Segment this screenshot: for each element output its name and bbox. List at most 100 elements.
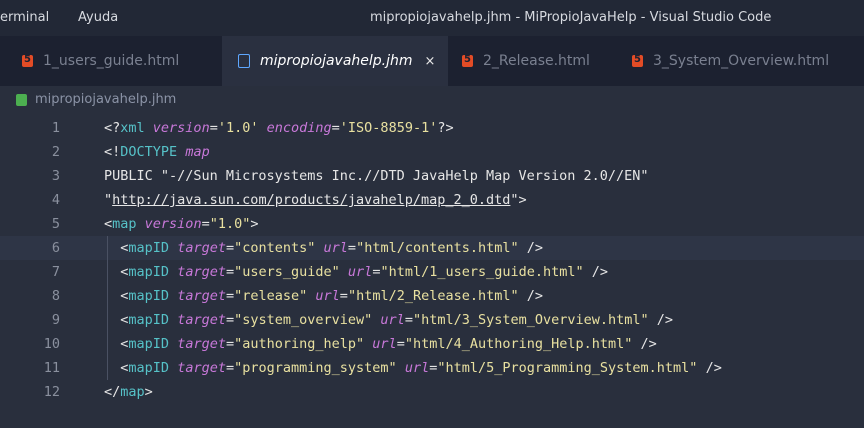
line-number: 1 [51,120,60,136]
tab-mipropiojavahelp[interactable]: mipropiojavahelp.jhm × [222,36,448,86]
line-number: 12 [43,384,60,400]
code-token: url [372,336,397,352]
code-token: "1.0" [209,216,251,232]
code-line[interactable]: 11 <mapID target="programming_system" ur… [0,356,864,380]
code-token: map [185,144,210,160]
code-text: <mapID target="users_guide" url="html/1_… [104,260,608,284]
code-token: = [225,360,235,376]
code-line[interactable]: 9 <mapID target="system_overview" url="h… [0,308,864,332]
tab-label: 1_users_guide.html [43,53,180,69]
code-text: <mapID target="contents" url="html/conte… [104,236,543,260]
code-token: mapID [128,264,170,280]
code-token: encoding [266,120,332,136]
code-token: url [404,360,430,376]
code-line[interactable]: 7 <mapID target="users_guide" url="html/… [0,260,864,284]
code-text: </map> [104,380,153,404]
code-token: "html/2_Release.html" [347,288,519,304]
code-line[interactable]: 3 PUBLIC "-//Sun Microsystems Inc.//DTD J… [0,164,864,188]
code-line[interactable]: 12 </map> [0,380,864,404]
code-token: ?> [437,120,454,136]
code-text: PUBLIC "-//Sun Microsystems Inc.//DTD Ja… [104,164,649,188]
code-token: = [201,216,210,232]
breadcrumb[interactable]: mipropiojavahelp.jhm [16,92,176,107]
code-token: "system_overview" [234,312,373,328]
code-token: "users_guide" [234,264,340,280]
code-token: = [331,120,340,136]
code-token: version [152,120,210,136]
code-text: <mapID target="system_overview" url="htm… [104,308,673,332]
code-token: = [225,240,235,256]
html5-icon [22,54,33,67]
code-line[interactable]: 1 <?xml version='1.0' encoding='ISO-8859-… [0,116,864,140]
code-text: <mapID target="programming_system" url="… [104,356,722,380]
code-token: "authoring_help" [234,336,365,352]
window-title: mipropiojavahelp.jhm - MiPropioJavaHelp … [370,10,772,25]
code-text: <?xml version='1.0' encoding='ISO-8859-1… [104,116,454,140]
code-token: = [404,312,413,328]
code-token: target [177,288,226,304]
code-token: "html/1_users_guide.html" [380,264,584,280]
code-token: "programming_system" [234,360,397,376]
editor-tab-bar: 1_users_guide.html mipropiojavahelp.jhm … [0,36,864,86]
code-line[interactable]: 2 <!DOCTYPE map [0,140,864,164]
code-token: DOCTYPE [120,144,178,160]
code-token: = [396,336,405,352]
code-token: map [112,216,137,232]
code-token: = [209,120,218,136]
title-bar: erminal Ayuda mipropiojavahelp.jhm - MiP… [0,0,864,36]
code-token: version [144,216,202,232]
code-token: url [380,312,405,328]
code-token: url [323,240,348,256]
code-token: /> [640,336,657,352]
code-token: mapID [128,312,170,328]
code-token: "contents" [234,240,316,256]
code-line[interactable]: 8 <mapID target="release" url="html/2_Re… [0,284,864,308]
menu-help[interactable]: Ayuda [78,10,118,25]
line-number: 7 [51,264,60,280]
line-number: 4 [51,192,60,208]
code-text: <mapID target="release" url="html/2_Rele… [104,284,543,308]
menu-terminal[interactable]: erminal [0,10,49,25]
tab-users-guide[interactable]: 1_users_guide.html [0,36,204,86]
code-text: "http://java.sun.com/products/javahelp/m… [104,188,527,212]
code-token: /> [591,264,609,280]
code-token: "html/contents.html" [356,240,519,256]
code-token: = [225,312,235,328]
tab-release[interactable]: 2_Release.html [462,36,622,86]
code-token: mapID [128,288,170,304]
code-token: /> [656,312,674,328]
code-line[interactable]: 6 <mapID target="contents" url="html/con… [0,236,864,260]
code-token: < [104,216,113,232]
code-token: /> [705,360,722,376]
code-token: "release" [234,288,308,304]
code-token: mapID [128,240,170,256]
code-token: > [250,216,259,232]
code-token: mapID [128,360,170,376]
code-token: target [177,336,226,352]
code-line[interactable]: 10 <mapID target="authoring_help" url="h… [0,332,864,356]
tab-label: 2_Release.html [483,53,590,69]
line-number: 2 [51,144,60,160]
tab-label: 3_System_Overview.html [653,53,830,69]
tab-system-overview[interactable]: 3_System_Overview.html [632,36,864,86]
code-token: /> [526,240,544,256]
indent-guide [107,236,108,380]
code-token: target [177,240,226,256]
code-line[interactable]: 5 <map version="1.0"> [0,212,864,236]
close-icon[interactable]: × [425,54,436,69]
code-line[interactable]: 4 "http://java.sun.com/products/javahelp/… [0,188,864,212]
